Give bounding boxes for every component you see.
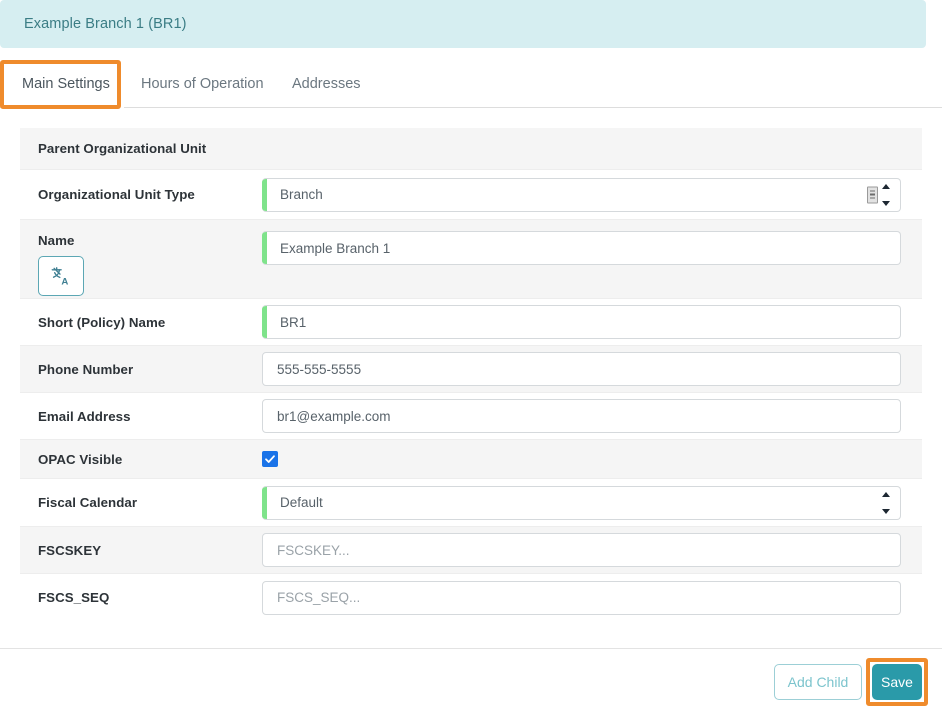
field-short-policy-name: BR1 [262,305,922,339]
fiscal-calendar-select[interactable]: Default [262,486,901,520]
field-opac-visible [262,451,922,467]
field-organizational-unit-type: Branch [262,178,922,212]
name-value: Example Branch 1 [267,241,390,256]
fscs-seq-input[interactable]: FSCS_SEQ... [262,581,901,615]
translate-button[interactable]: A [38,256,84,296]
label-name-block: Name A [20,220,262,296]
label-opac-visible: OPAC Visible [20,452,262,467]
form-row-phone-number: Phone Number 555-555-5555 [20,346,922,393]
tab-bar: Main Settings Hours of Operation Address… [0,60,942,108]
check-icon [264,453,276,465]
short-policy-name-value: BR1 [267,315,306,330]
fscskey-input[interactable]: FSCSKEY... [262,533,901,567]
organizational-unit-type-value: Branch [267,187,323,202]
tab-addresses[interactable]: Addresses [278,60,375,108]
fscskey-placeholder: FSCSKEY... [277,543,350,558]
field-fiscal-calendar: Default [262,486,922,520]
field-phone-number: 555-555-5555 [262,352,922,386]
save-button[interactable]: Save [872,664,922,700]
label-name: Name [38,233,262,248]
fscs-seq-placeholder: FSCS_SEQ... [277,590,360,605]
add-child-button[interactable]: Add Child [774,664,862,700]
field-name: Example Branch 1 [262,220,922,265]
svg-text:A: A [61,277,68,287]
form-row-fscs-seq: FSCS_SEQ FSCS_SEQ... [20,574,922,621]
org-unit-header: Example Branch 1 (BR1) [0,0,926,48]
form-row-email-address: Email Address br1@example.com [20,393,922,440]
form-row-organizational-unit-type: Organizational Unit Type Branch [20,170,922,220]
name-input[interactable]: Example Branch 1 [262,231,901,265]
form-row-opac-visible: OPAC Visible [20,440,922,479]
field-fscskey: FSCSKEY... [262,533,922,567]
email-address-value: br1@example.com [277,409,391,424]
form-row-fiscal-calendar: Fiscal Calendar Default [20,479,922,527]
tab-hours-of-operation[interactable]: Hours of Operation [127,60,278,108]
label-email-address: Email Address [20,409,262,424]
tab-main-settings[interactable]: Main Settings [8,60,124,108]
page-title: Example Branch 1 (BR1) [24,16,187,32]
footer-divider [0,648,942,649]
short-policy-name-input[interactable]: BR1 [262,305,901,339]
label-phone-number: Phone Number [20,362,262,377]
opac-visible-checkbox[interactable] [262,451,278,467]
organizational-unit-type-select[interactable]: Branch [262,178,901,212]
form-row-name: Name A Example Branch 1 [20,220,922,299]
field-email-address: br1@example.com [262,399,922,433]
label-fscskey: FSCSKEY [20,543,262,558]
label-fiscal-calendar: Fiscal Calendar [20,495,262,510]
label-organizational-unit-type: Organizational Unit Type [20,187,262,202]
translate-icon: A [50,265,72,287]
form-row-parent-organizational-unit: Parent Organizational Unit [20,128,922,170]
field-fscs-seq: FSCS_SEQ... [262,581,922,615]
chevron-updown-icon[interactable] [880,492,891,514]
label-fscs-seq: FSCS_SEQ [20,590,262,605]
chevron-updown-icon[interactable] [880,184,891,206]
label-short-policy-name: Short (Policy) Name [20,315,262,330]
phone-number-input[interactable]: 555-555-5555 [262,352,901,386]
list-scroll-icon [867,186,878,203]
phone-number-value: 555-555-5555 [277,362,361,377]
form-row-fscskey: FSCSKEY FSCSKEY... [20,527,922,574]
email-address-input[interactable]: br1@example.com [262,399,901,433]
main-settings-form: Parent Organizational Unit Organizationa… [20,128,922,621]
label-parent-organizational-unit: Parent Organizational Unit [20,141,262,156]
fiscal-calendar-value: Default [267,495,323,510]
form-row-short-policy-name: Short (Policy) Name BR1 [20,299,922,346]
